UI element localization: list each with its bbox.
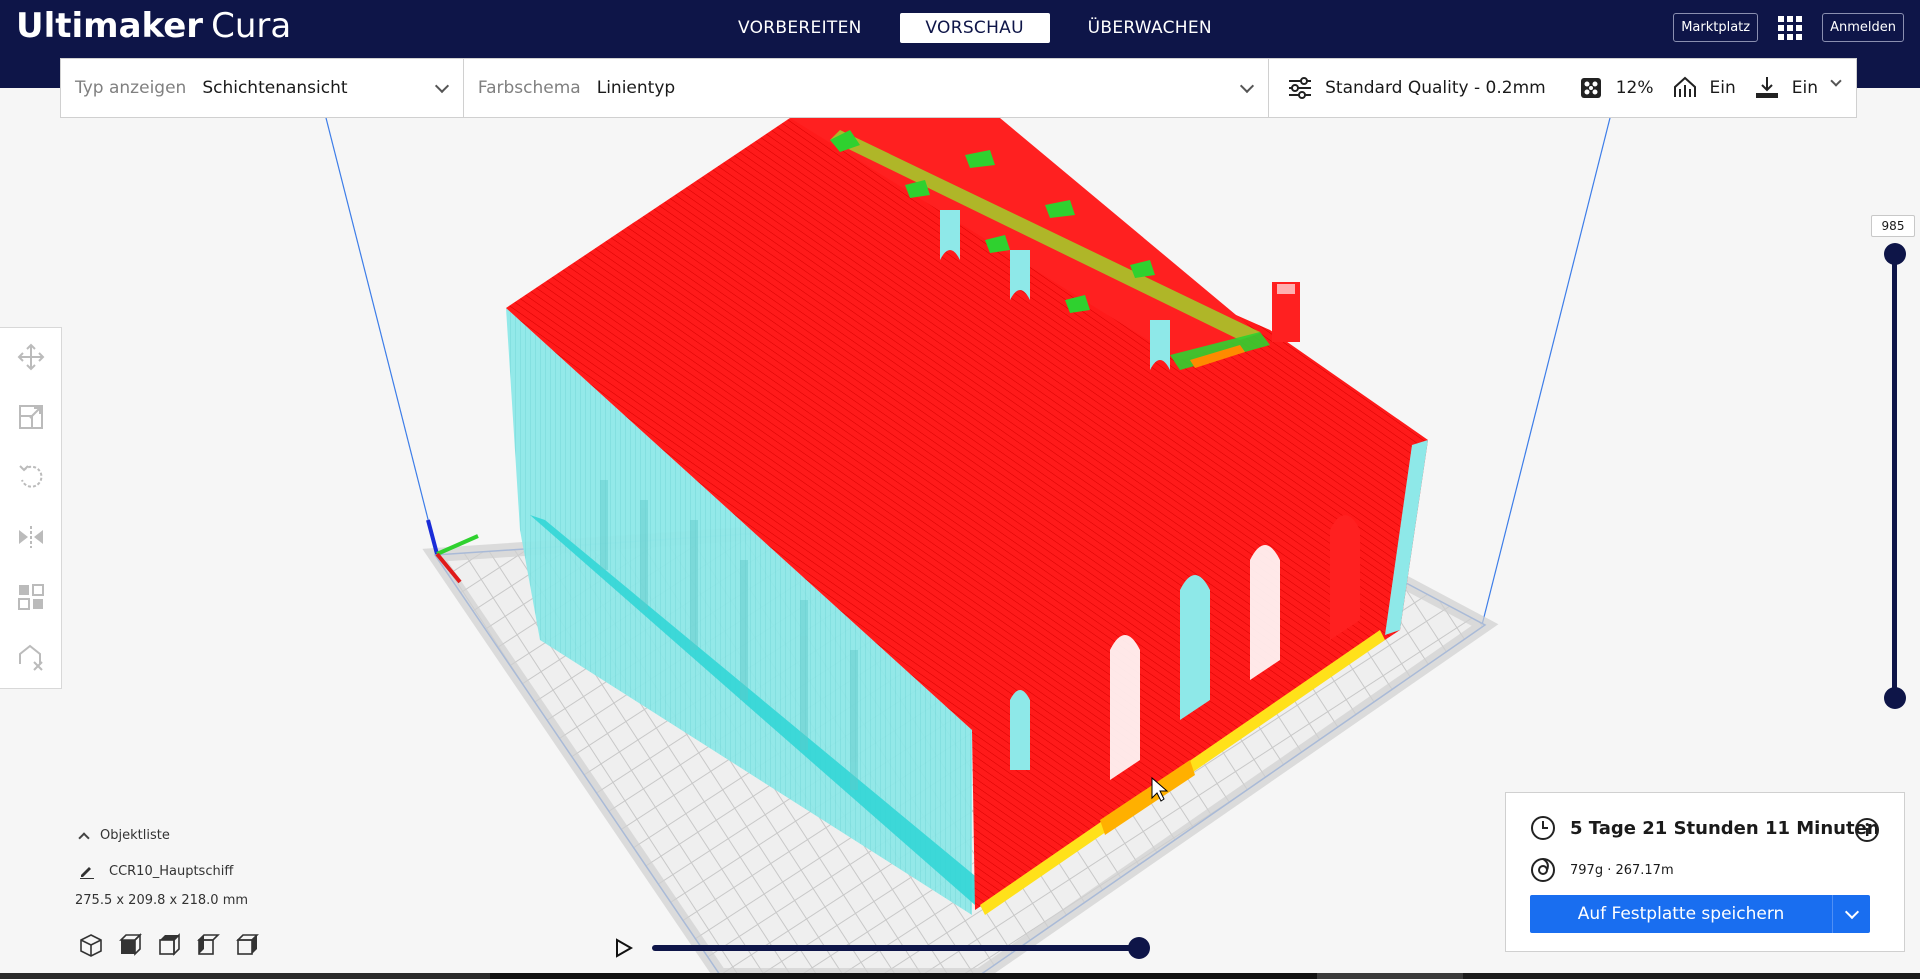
simulation-slider-track[interactable] bbox=[652, 945, 1140, 951]
view-front-icon[interactable] bbox=[117, 932, 143, 958]
layer-number-input[interactable]: 985 bbox=[1871, 215, 1915, 237]
material-usage: 797g · 267.17m bbox=[1570, 862, 1674, 878]
pencil-icon bbox=[80, 867, 94, 879]
print-summary-panel: 5 Tage 21 Stunden 11 Minuten 797g · 267.… bbox=[1505, 792, 1905, 952]
clock-icon bbox=[1531, 816, 1555, 840]
view-left-icon[interactable] bbox=[195, 932, 221, 958]
chevron-down-icon bbox=[434, 78, 449, 94]
per-model-settings-icon[interactable] bbox=[16, 582, 46, 612]
color-scheme-value: Linientyp bbox=[596, 78, 676, 98]
mirror-icon[interactable] bbox=[16, 522, 46, 552]
chevron-down-icon[interactable] bbox=[1832, 895, 1870, 933]
scale-icon[interactable] bbox=[16, 402, 46, 432]
view-top-icon[interactable] bbox=[156, 932, 182, 958]
material-row: 797g · 267.17m bbox=[1530, 857, 1674, 883]
view-right-icon[interactable] bbox=[234, 932, 260, 958]
apps-grid-icon[interactable] bbox=[1778, 15, 1803, 40]
rotate-icon[interactable] bbox=[16, 462, 46, 492]
object-dimensions: 275.5 x 209.8 x 218.0 mm bbox=[75, 893, 249, 908]
support-blocker-icon[interactable] bbox=[16, 642, 46, 672]
header-actions: Marktplatz Anmelden bbox=[1673, 13, 1904, 42]
layer-slider-top-handle[interactable] bbox=[1884, 243, 1906, 265]
chevron-down-icon bbox=[1240, 78, 1255, 94]
view-type-label: Typ anzeigen bbox=[75, 78, 187, 98]
print-settings-dropdown[interactable]: Standard Quality - 0.2mm 12% Ein Ein bbox=[1269, 59, 1856, 117]
infill-icon bbox=[1580, 78, 1601, 98]
view-type-dropdown[interactable]: Typ anzeigen Schichtenansicht bbox=[61, 59, 464, 117]
save-label: Auf Festplatte speichern bbox=[1577, 904, 1785, 924]
profile-value: Standard Quality - 0.2mm bbox=[1325, 78, 1546, 98]
tool-panel bbox=[0, 327, 62, 689]
tab-preview[interactable]: VORSCHAU bbox=[899, 13, 1050, 43]
tab-monitor[interactable]: ÜBERWACHEN bbox=[1070, 13, 1230, 43]
play-icon[interactable] bbox=[615, 938, 633, 958]
print-time: 5 Tage 21 Stunden 11 Minuten bbox=[1570, 817, 1880, 839]
support-icon bbox=[1673, 76, 1696, 97]
move-icon[interactable] bbox=[16, 342, 46, 372]
taskbar-edge bbox=[0, 973, 1920, 979]
sliders-icon bbox=[1289, 77, 1312, 99]
adhesion-value: Ein bbox=[1791, 78, 1818, 98]
list-item[interactable]: CCR10_Hauptschiff bbox=[79, 863, 248, 879]
simulation-slider-handle[interactable] bbox=[1128, 937, 1150, 959]
color-scheme-label: Farbschema bbox=[477, 78, 581, 98]
layer-slider-bottom-handle[interactable] bbox=[1884, 687, 1906, 709]
object-list-title: Objektliste bbox=[100, 828, 170, 843]
spool-icon bbox=[1531, 858, 1555, 882]
tab-prepare[interactable]: VORBEREITEN bbox=[720, 13, 880, 43]
object-list-toggle[interactable]: Objektliste bbox=[78, 828, 248, 844]
app-logo: Ultimaker Cura bbox=[16, 6, 291, 46]
brand-bold: Ultimaker bbox=[16, 6, 204, 46]
view-type-value: Schichtenansicht bbox=[202, 78, 348, 98]
camera-view-buttons bbox=[78, 932, 260, 958]
object-list: Objektliste CCR10_Hauptschiff 275.5 x 20… bbox=[75, 828, 248, 908]
infill-value: 12% bbox=[1615, 78, 1654, 98]
brand-light: Cura bbox=[211, 6, 292, 46]
layer-slider-track[interactable] bbox=[1892, 254, 1897, 700]
stage-tabs: VORBEREITEN VORSCHAU ÜBERWACHEN bbox=[720, 13, 1250, 43]
marketplace-button[interactable]: Marktplatz bbox=[1673, 13, 1759, 42]
support-value: Ein bbox=[1709, 78, 1736, 98]
view-toolbar: Typ anzeigen Schichtenansicht Farbschema… bbox=[60, 58, 1857, 118]
chevron-up-icon bbox=[78, 831, 90, 844]
signin-button[interactable]: Anmelden bbox=[1822, 13, 1904, 42]
print-time-row: 5 Tage 21 Stunden 11 Minuten bbox=[1530, 815, 1880, 841]
object-name: CCR10_Hauptschiff bbox=[109, 863, 234, 879]
view-3d-icon[interactable] bbox=[78, 932, 104, 958]
color-scheme-dropdown[interactable]: Farbschema Linientyp bbox=[464, 59, 1270, 117]
save-to-disk-button[interactable]: Auf Festplatte speichern bbox=[1530, 895, 1870, 933]
info-icon[interactable] bbox=[1854, 817, 1880, 843]
chevron-down-icon bbox=[1830, 75, 1842, 87]
adhesion-icon bbox=[1755, 77, 1778, 98]
